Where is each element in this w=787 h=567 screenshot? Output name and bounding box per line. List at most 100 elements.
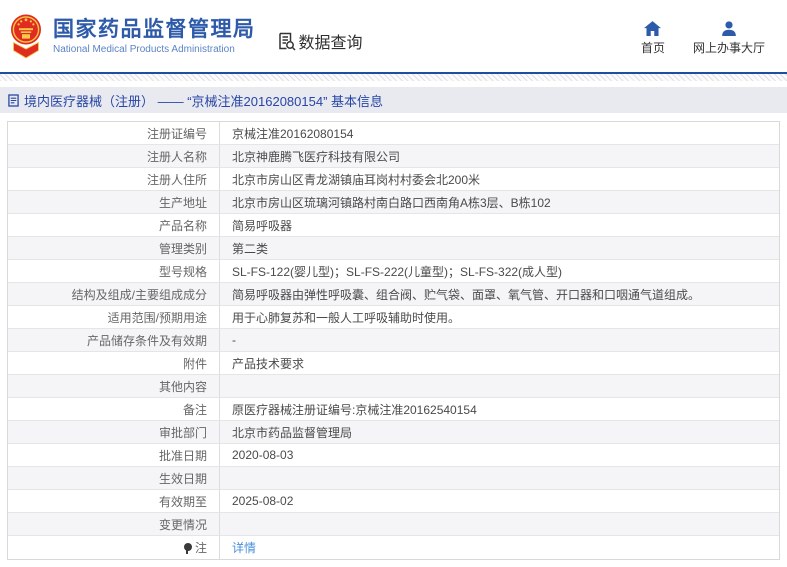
table-row: 适用范围/预期用途用于心肺复苏和一般人工呼吸辅助时使用。 (8, 306, 779, 329)
row-value: 北京市房山区琉璃河镇路村南白路口西南角A栋3层、B栋102 (220, 191, 779, 213)
hatch-texture-band (0, 74, 787, 81)
row-label: 结构及组成/主要组成成分 (8, 283, 220, 305)
row-value: 北京市药品监督管理局 (220, 421, 779, 443)
table-row: 备注原医疗器械注册证编号:京械注准20162540154 (8, 398, 779, 421)
table-row: 产品名称简易呼吸器 (8, 214, 779, 237)
row-label-text: 审批部门 (159, 424, 207, 441)
table-row: 产品储存条件及有效期- (8, 329, 779, 352)
nav-item-home[interactable]: 首页 (641, 21, 665, 56)
row-value (220, 375, 779, 397)
document-search-icon (276, 31, 296, 51)
table-row: 注册人名称北京神鹿腾飞医疗科技有限公司 (8, 145, 779, 168)
row-label: 产品名称 (8, 214, 220, 236)
row-value: 用于心肺复苏和一般人工呼吸辅助时使用。 (220, 306, 779, 328)
row-value (220, 513, 779, 535)
table-row: 生效日期 (8, 467, 779, 490)
row-label-text: 注册人住所 (147, 171, 207, 188)
row-value: 简易呼吸器由弹性呼吸囊、组合阀、贮气袋、面罩、氧气管、开口器和口咽通气道组成。 (220, 283, 779, 305)
row-value: 产品技术要求 (220, 352, 779, 374)
top-nav: 首页 网上办事大厅 (641, 21, 765, 56)
row-label-text: 备注 (183, 401, 207, 418)
row-label: 注 (8, 536, 220, 559)
table-row: 审批部门北京市药品监督管理局 (8, 421, 779, 444)
row-label: 生效日期 (8, 467, 220, 489)
table-row: 批准日期 2020-08-03 (8, 444, 779, 467)
table-row: 生产地址北京市房山区琉璃河镇路村南白路口西南角A栋3层、B栋102 (8, 191, 779, 214)
row-label-text: 型号规格 (159, 263, 207, 280)
row-label-text: 结构及组成/主要组成成分 (72, 286, 207, 303)
row-value: 详情 (220, 536, 779, 559)
row-label-text: 注册证编号 (147, 125, 207, 142)
row-label: 管理类别 (8, 237, 220, 259)
row-label: 审批部门 (8, 421, 220, 443)
row-label: 适用范围/预期用途 (8, 306, 220, 328)
table-row: 附件产品技术要求 (8, 352, 779, 375)
row-value: 北京市房山区青龙湖镇庙耳岗村村委会北200米 (220, 168, 779, 190)
row-label: 附件 (8, 352, 220, 374)
row-label-text: 生效日期 (159, 470, 207, 487)
page-title-bar: 境内医疗器械（注册） —— “京械注准20162080154” 基本信息 (0, 87, 787, 113)
data-query-menu[interactable]: 数据查询 (276, 29, 363, 53)
table-row: 结构及组成/主要组成成分简易呼吸器由弹性呼吸囊、组合阀、贮气袋、面罩、氧气管、开… (8, 283, 779, 306)
row-value: 原医疗器械注册证编号:京械注准20162540154 (220, 398, 779, 420)
row-label: 备注 (8, 398, 220, 420)
row-label-text: 生产地址 (159, 194, 207, 211)
row-value: 京械注准20162080154 (220, 122, 779, 144)
nav-item-service-hall[interactable]: 网上办事大厅 (693, 21, 765, 56)
table-row: 注册人住所北京市房山区青龙湖镇庙耳岗村村委会北200米 (8, 168, 779, 191)
table-row: 注 详情 (8, 536, 779, 559)
page-title: 境内医疗器械（注册） —— “京械注准20162080154” 基本信息 (24, 91, 383, 110)
row-label-text: 注 (195, 539, 207, 556)
row-label-text: 附件 (183, 355, 207, 372)
row-label: 注册人住所 (8, 168, 220, 190)
table-row: 管理类别第二类 (8, 237, 779, 260)
row-label: 产品储存条件及有效期 (8, 329, 220, 351)
row-value: 北京神鹿腾飞医疗科技有限公司 (220, 145, 779, 167)
national-emblem (10, 13, 42, 59)
row-value: - (220, 329, 779, 351)
nav-item-label: 首页 (641, 39, 665, 56)
table-row: 其他内容 (8, 375, 779, 398)
pin-icon (184, 543, 192, 551)
row-label: 型号规格 (8, 260, 220, 282)
row-label: 有效期至 (8, 490, 220, 512)
user-icon (721, 21, 737, 36)
detail-link[interactable]: 详情 (232, 539, 256, 556)
row-value: 2020-08-03 (220, 444, 779, 466)
org-names: 国家药品监督管理局 National Medical Products Admi… (53, 17, 256, 54)
row-value: 简易呼吸器 (220, 214, 779, 236)
row-value: SL-FS-122(婴儿型)；SL-FS-222(儿童型)；SL-FS-322(… (220, 260, 779, 282)
row-label: 变更情况 (8, 513, 220, 535)
home-icon (644, 21, 661, 36)
org-name-cn: 国家药品监督管理局 (53, 17, 256, 42)
row-label-text: 产品名称 (159, 217, 207, 234)
row-label-text: 其他内容 (159, 378, 207, 395)
table-row: 注册证编号京械注准20162080154 (8, 122, 779, 145)
row-label-text: 产品储存条件及有效期 (87, 332, 207, 349)
row-label-text: 适用范围/预期用途 (108, 309, 207, 326)
info-table-body: 注册证编号京械注准20162080154注册人名称北京神鹿腾飞医疗科技有限公司注… (8, 122, 779, 559)
org-name-en: National Medical Products Administration (53, 44, 256, 55)
row-value: 第二类 (220, 237, 779, 259)
row-label-text: 有效期至 (159, 493, 207, 510)
data-query-label: 数据查询 (299, 29, 363, 53)
row-value (220, 467, 779, 489)
document-icon (8, 94, 19, 107)
row-label: 生产地址 (8, 191, 220, 213)
row-value: 2025-08-02 (220, 490, 779, 512)
table-row: 型号规格 SL-FS-122(婴儿型)；SL-FS-222(儿童型)；SL-FS-… (8, 260, 779, 283)
row-label-text: 批准日期 (159, 447, 207, 464)
row-label: 批准日期 (8, 444, 220, 466)
row-label-text: 管理类别 (159, 240, 207, 257)
site-header: 国家药品监督管理局 National Medical Products Admi… (0, 0, 787, 72)
table-row: 有效期至 2025-08-02 (8, 490, 779, 513)
row-label-text: 变更情况 (159, 516, 207, 533)
site-logo[interactable]: 国家药品监督管理局 National Medical Products Admi… (10, 13, 256, 59)
row-label: 注册人名称 (8, 145, 220, 167)
nav-item-label: 网上办事大厅 (693, 39, 765, 56)
row-label: 注册证编号 (8, 122, 220, 144)
info-table: 注册证编号京械注准20162080154注册人名称北京神鹿腾飞医疗科技有限公司注… (7, 121, 780, 560)
row-label-text: 注册人名称 (147, 148, 207, 165)
table-row: 变更情况 (8, 513, 779, 536)
row-label: 其他内容 (8, 375, 220, 397)
